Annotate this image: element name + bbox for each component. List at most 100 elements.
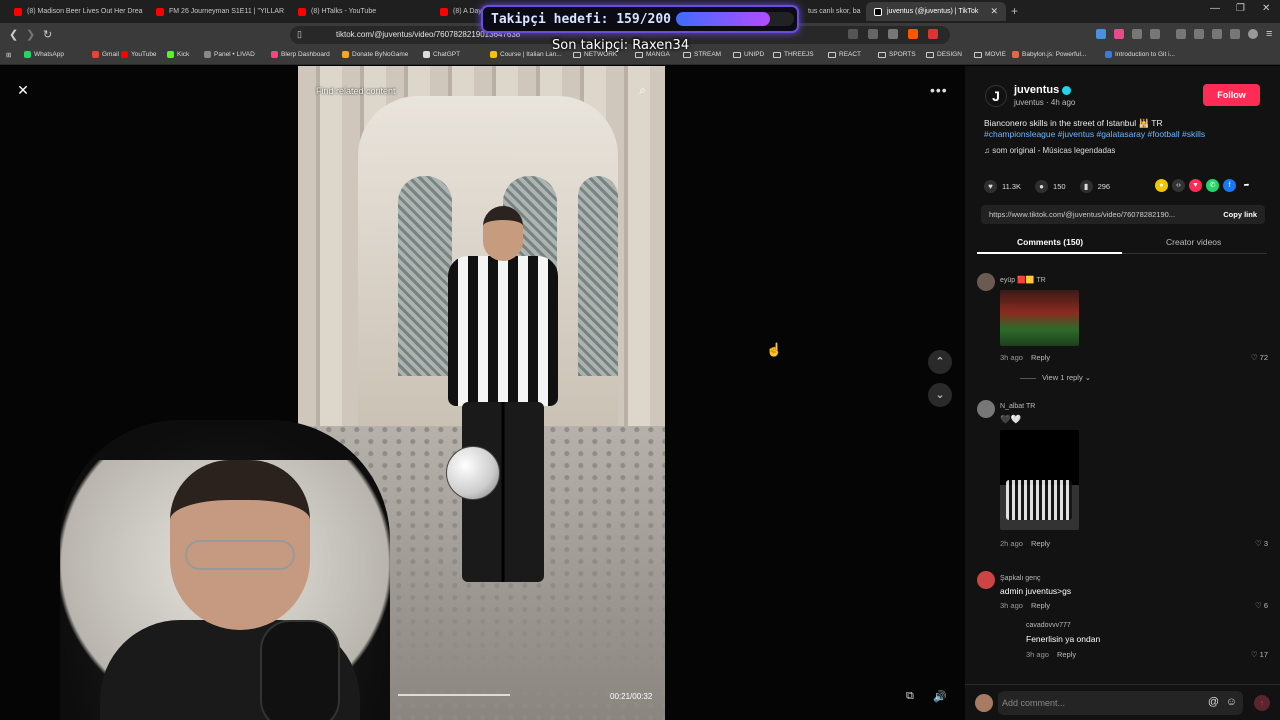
emoji-icon[interactable]: ☺ <box>1226 696 1237 708</box>
bookmark-item[interactable]: THREEJS <box>773 51 814 58</box>
comment-username[interactable]: Şapkalı genç <box>1000 575 1040 582</box>
bookmark-item[interactable]: Babylon.js: Powerful... <box>1012 51 1086 58</box>
next-video-button[interactable]: ⌄ <box>928 383 952 407</box>
music-icon[interactable] <box>1176 29 1186 39</box>
reply-username[interactable]: cavadovvv777 <box>1026 622 1071 629</box>
embed-icon[interactable]: ‹› <box>1172 179 1185 192</box>
video-link-url[interactable]: https://www.tiktok.com/@juventus/video/7… <box>989 210 1203 219</box>
commenter-avatar[interactable] <box>977 400 995 418</box>
pip-icon[interactable]: ⧉ <box>906 690 914 703</box>
view-replies-button[interactable]: View 1 reply ⌄ <box>1020 373 1091 382</box>
reply-button[interactable]: Reply <box>1057 650 1076 659</box>
author-name[interactable]: juventus <box>1014 84 1072 96</box>
close-tab-icon[interactable]: ✕ <box>990 6 998 17</box>
previous-video-button[interactable]: ⌃ <box>928 350 952 374</box>
comment-like[interactable]: ♡ 6 <box>1255 601 1268 610</box>
bookmark-item[interactable]: ChatGPT <box>423 51 460 58</box>
reply-button[interactable]: Reply <box>1031 353 1050 362</box>
comment-image-stadium[interactable] <box>1000 290 1079 346</box>
menu-icon[interactable]: ≡ <box>1266 28 1272 40</box>
reply-button[interactable]: Reply <box>1031 601 1050 610</box>
bookmark-item[interactable]: Blerp Dashboard <box>271 51 330 58</box>
facebook-icon[interactable]: f <box>1223 179 1236 192</box>
like-button[interactable]: ♥ 11.3K <box>984 180 1021 193</box>
bookmark-item[interactable]: Course | Italian Lan... <box>490 51 562 58</box>
football-shape <box>446 446 500 500</box>
browser-tab[interactable]: (8) Madison Beer Lives Out Her Drea <box>6 2 146 21</box>
reply-button[interactable]: Reply <box>1031 539 1050 548</box>
coin-icon[interactable]: ● <box>1155 179 1168 192</box>
juventus-logo-avatar[interactable]: J <box>985 85 1007 107</box>
new-tab-button[interactable]: + <box>1011 4 1018 18</box>
extension-icon[interactable] <box>848 29 858 39</box>
share-icon[interactable] <box>888 29 898 39</box>
bookmark-item[interactable]: DESIGN <box>926 51 962 58</box>
bookmark-item[interactable]: Kick <box>167 51 189 58</box>
vpn-icon[interactable] <box>1230 29 1240 39</box>
extension-icon[interactable] <box>868 29 878 39</box>
commenter-avatar[interactable] <box>977 571 995 589</box>
volume-icon[interactable]: 🔊 <box>933 690 947 703</box>
tab-creator-videos[interactable]: Creator videos <box>1166 237 1221 247</box>
commenter-avatar[interactable] <box>977 273 995 291</box>
browser-tab[interactable]: (8) HTalks - YouTube <box>290 2 430 21</box>
share-arrow-icon[interactable]: ➦ <box>1240 179 1253 192</box>
whatsapp-icon[interactable]: ✆ <box>1206 179 1219 192</box>
puzzle-icon[interactable] <box>1132 29 1142 39</box>
jersey-shape <box>448 256 558 406</box>
comment-button[interactable]: ● 150 <box>1035 180 1066 193</box>
bookmark-item[interactable]: MOVIE <box>974 51 1006 58</box>
save-button[interactable]: ▮ 296 <box>1079 180 1110 193</box>
maximize-icon[interactable]: ❐ <box>1236 3 1245 14</box>
wallet-icon[interactable] <box>1212 29 1222 39</box>
sidebar-icon[interactable] <box>1194 29 1204 39</box>
follow-button[interactable]: Follow <box>1203 84 1260 106</box>
comment-username[interactable]: eyüp 🟥🟨 TR <box>1000 276 1046 284</box>
extension-icon[interactable] <box>1096 29 1106 39</box>
bookmark-item[interactable]: REACT <box>828 51 861 58</box>
forward-icon[interactable]: ❯ <box>26 28 35 41</box>
post-comment-button[interactable]: ↑ <box>1254 695 1270 711</box>
video-progress-bar[interactable] <box>398 694 510 696</box>
bookmark-item[interactable]: Gmail <box>92 51 119 58</box>
bookmark-item[interactable]: YouTube <box>121 51 157 58</box>
browser-tab[interactable]: FM 26 Journeyman S1E11 | "YILLAR <box>148 2 288 21</box>
repost-icon[interactable]: ▼ <box>1189 179 1202 192</box>
comment-input[interactable]: Add comment... @ ☺ <box>998 691 1243 715</box>
browser-tab-active[interactable]: juventus (@juventus) | TikTok ✕ <box>866 2 1006 21</box>
window-close-icon[interactable]: ✕ <box>1262 3 1270 14</box>
reload-icon[interactable]: ↻ <box>43 28 52 41</box>
search-icon[interactable]: ⌕ <box>639 83 646 98</box>
bookmark-icon[interactable]: ▯ <box>297 29 302 40</box>
find-related-search[interactable]: Find related content ⌕ <box>305 80 658 102</box>
copy-link-button[interactable]: Copy link <box>1223 210 1257 219</box>
extension-icon[interactable] <box>1150 29 1160 39</box>
profile-icon[interactable] <box>1248 29 1258 39</box>
comment-like[interactable]: ♡ 3 <box>1255 539 1268 548</box>
brave-rewards-icon[interactable] <box>928 29 938 39</box>
browser-tab[interactable]: (8) A Day <box>432 2 482 21</box>
bookmark-item[interactable]: Donate ByNoGame <box>342 51 408 58</box>
reply-like[interactable]: ♡ 17 <box>1251 650 1268 659</box>
back-icon[interactable]: ❮ <box>9 28 18 41</box>
comment-like[interactable]: ♡ 72 <box>1251 353 1268 362</box>
comment-username[interactable]: N_albat TR <box>1000 403 1035 410</box>
extension-icon[interactable] <box>1114 29 1124 39</box>
tab-comments[interactable]: Comments (150) <box>1017 237 1083 247</box>
tiktok-icon <box>874 7 882 16</box>
apps-icon[interactable]: ⊞ <box>6 51 11 59</box>
music-info[interactable]: ♫ som original - Músicas legendadas <box>984 146 1115 155</box>
post-hashtags[interactable]: #championsleague #juventus #galatasaray … <box>984 129 1205 139</box>
browser-tab[interactable]: tus canlı skor, ba <box>800 2 862 21</box>
bookmark-item[interactable]: SPORTS <box>878 51 916 58</box>
mention-icon[interactable]: @ <box>1208 696 1219 708</box>
bookmark-item[interactable]: Panel • LIVAD <box>204 51 255 58</box>
bookmark-item[interactable]: WhatsApp <box>24 51 64 58</box>
minimize-icon[interactable]: — <box>1210 3 1220 14</box>
comment-image-team[interactable] <box>1000 430 1079 530</box>
bookmark-item[interactable]: Introduction to Git i... <box>1105 51 1175 58</box>
more-options-icon[interactable]: ••• <box>930 82 948 98</box>
close-icon[interactable]: ✕ <box>13 80 33 100</box>
brave-shield-icon[interactable] <box>908 29 918 39</box>
bookmark-item[interactable]: UNIPD <box>733 51 764 58</box>
